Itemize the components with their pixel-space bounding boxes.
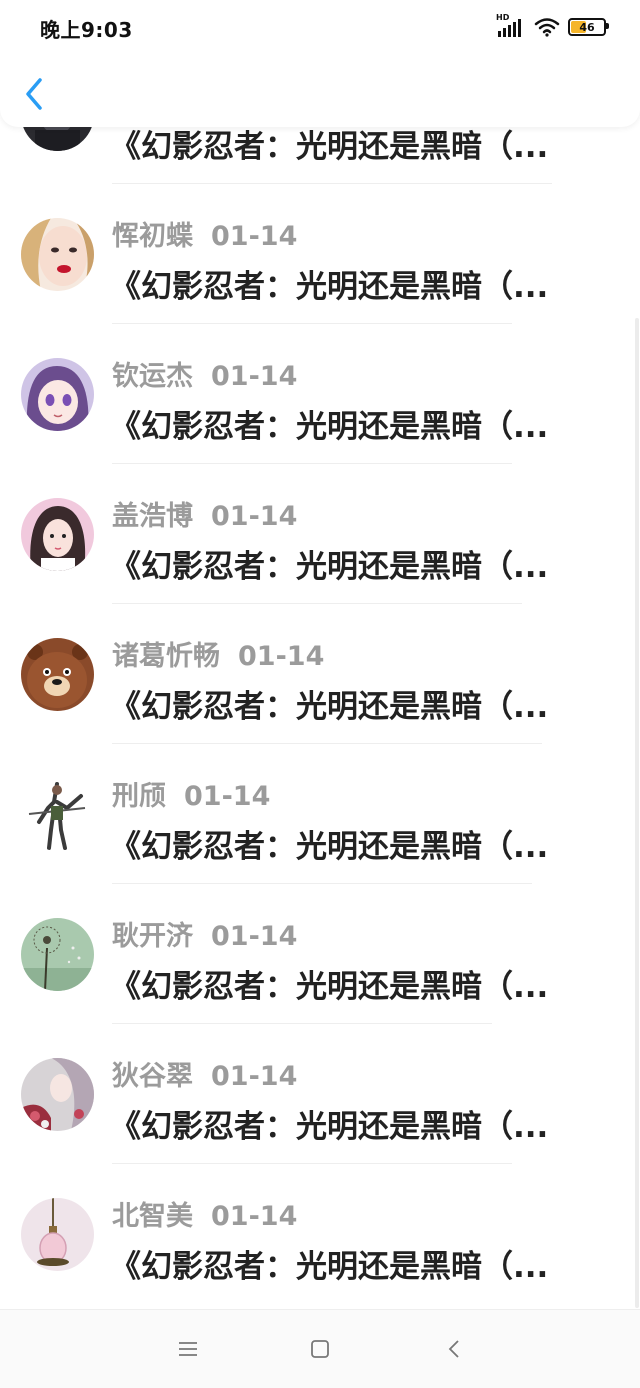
comment-date: 01-14 <box>238 641 325 672</box>
comment-meta: 刑颀 01-14 <box>112 774 270 813</box>
comment-date: 01-14 <box>211 221 298 252</box>
comment-title[interactable]: 《幻影忍者：光明还是黑暗（... <box>110 821 590 866</box>
commenter-name: 诸葛忻畅 <box>112 641 220 672</box>
comment-title[interactable]: 《幻影忍者：光明还是黑暗（... <box>110 121 590 166</box>
comment-meta: 盖浩博 01-14 <box>112 494 297 533</box>
comment-date: 01-14 <box>211 501 298 532</box>
comment-date: 01-14 <box>211 921 298 952</box>
network-label: HD <box>496 13 510 22</box>
comment-title[interactable]: 《幻影忍者：光明还是黑暗（... <box>110 401 590 446</box>
comment-title[interactable]: 《幻影忍者：光明还是黑暗（... <box>110 961 590 1006</box>
back-triangle-icon[interactable] <box>443 1337 467 1361</box>
commenter-name: 恽初蝶 <box>112 221 193 252</box>
comment-title[interactable]: 《幻影忍者：光明还是黑暗（... <box>110 1101 590 1146</box>
menu-icon[interactable] <box>176 1337 200 1361</box>
commenter-name: 盖浩博 <box>112 501 193 532</box>
commenter-name: 狄谷翠 <box>112 1061 193 1092</box>
avatar[interactable] <box>21 498 94 571</box>
avatar[interactable] <box>21 638 94 711</box>
list-item[interactable]: 狄谷翠 01-14 《幻影忍者：光明还是黑暗（... <box>0 1024 640 1164</box>
comment-title[interactable]: 《幻影忍者：光明还是黑暗（... <box>110 261 590 306</box>
avatar[interactable] <box>21 778 94 851</box>
avatar[interactable] <box>21 918 94 991</box>
avatar[interactable] <box>21 1058 94 1131</box>
comment-date: 01-14 <box>211 1201 298 1232</box>
battery-level: 46 <box>579 20 595 34</box>
status-time: 晚上9:03 <box>40 18 133 42</box>
list-item[interactable]: 钦运杰 01-14 《幻影忍者：光明还是黑暗（... <box>0 324 640 464</box>
comment-date: 01-14 <box>211 1061 298 1092</box>
comment-meta: 狄谷翠 01-14 <box>112 1054 297 1093</box>
comment-title[interactable]: 《幻影忍者：光明还是黑暗（... <box>110 1241 590 1286</box>
avatar[interactable] <box>21 218 94 291</box>
comment-meta: 北智美 01-14 <box>112 1194 297 1233</box>
list-item[interactable]: 诸葛忻畅 01-14 《幻影忍者：光明还是黑暗（... <box>0 604 640 744</box>
list-item[interactable]: 耿开济 01-14 《幻影忍者：光明还是黑暗（... <box>0 884 640 1024</box>
comment-date: 01-14 <box>184 781 271 812</box>
comment-title[interactable]: 《幻影忍者：光明还是黑暗（... <box>110 541 590 586</box>
chevron-left-icon[interactable] <box>20 74 50 114</box>
list-item[interactable]: 刑颀 01-14 《幻影忍者：光明还是黑暗（... <box>0 744 640 884</box>
status-icons: HD 46 <box>496 13 609 39</box>
system-navigation-bar <box>0 1309 640 1388</box>
comment-meta: 钦运杰 01-14 <box>112 354 297 393</box>
comment-meta: 耿开济 01-14 <box>112 914 297 953</box>
commenter-name: 北智美 <box>112 1201 193 1232</box>
list-item[interactable]: 盖浩博 01-14 《幻影忍者：光明还是黑暗（... <box>0 464 640 604</box>
wifi-icon <box>534 18 560 37</box>
signal-icon: HD <box>496 13 526 39</box>
header: 晚上9:03 HD 46 <box>0 0 640 127</box>
home-square-icon[interactable] <box>308 1337 332 1361</box>
comment-meta: 恽初蝶 01-14 <box>112 214 297 253</box>
commenter-name: 耿开济 <box>112 921 193 952</box>
avatar[interactable] <box>21 358 94 431</box>
list-item[interactable]: 北智美 01-14 《幻影忍者：光明还是黑暗（... <box>0 1164 640 1304</box>
comment-title[interactable]: 《幻影忍者：光明还是黑暗（... <box>110 681 590 726</box>
battery-icon: 46 <box>568 18 609 36</box>
scrollbar[interactable] <box>635 318 639 1308</box>
commenter-name: 刑颀 <box>112 781 166 812</box>
commenter-name: 钦运杰 <box>112 361 193 392</box>
list-item[interactable]: 恽初蝶 01-14 《幻影忍者：光明还是黑暗（... <box>0 184 640 324</box>
comment-meta: 诸葛忻畅 01-14 <box>112 634 324 673</box>
avatar[interactable] <box>21 1198 94 1271</box>
comment-date: 01-14 <box>211 361 298 392</box>
